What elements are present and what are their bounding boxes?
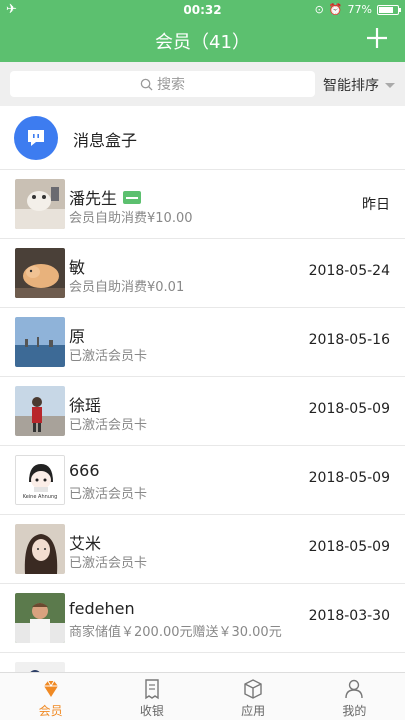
member-activity: 已激活会员卡 <box>69 349 148 364</box>
avatar-caption: Keine Ahnung <box>22 494 58 500</box>
member-activity: 会员自助消费¥0.01 <box>69 280 185 295</box>
member-date: 2018-05-09 <box>308 470 390 486</box>
tab-bar: 会员 收银 应用 我的 <box>0 672 405 720</box>
message-box-item[interactable]: 消息盒子 <box>0 106 405 170</box>
status-bar: ✈ 00:32 ⊙ ⏰ 77% <box>0 0 405 20</box>
member-row[interactable]: 潘先生 会员自助消费¥10.00 昨日 <box>0 170 405 239</box>
header: ✈ 00:32 ⊙ ⏰ 77% 会员（41） <box>0 0 405 62</box>
member-row[interactable]: Keine Ahnung 666 已激活会员卡 2018-05-09 <box>0 446 405 515</box>
member-name: 艾米 <box>69 534 102 553</box>
search-bar: 搜索 智能排序 <box>0 62 405 106</box>
member-row[interactable]: 艾米 已激活会员卡 2018-05-09 <box>0 515 405 584</box>
avatar <box>15 524 65 574</box>
search-input[interactable]: 搜索 <box>10 71 315 97</box>
member-activity: 已激活会员卡 <box>69 418 148 433</box>
tab-members-label: 会员 <box>38 704 63 718</box>
member-date: 昨日 <box>362 197 390 213</box>
member-name: 徐瑶 <box>69 396 102 415</box>
member-activity: 商家储值￥200.00元赠送￥30.00元 <box>69 625 282 640</box>
member-name: 666 <box>69 461 100 480</box>
member-row[interactable]: 原 已激活会员卡 2018-05-16 <box>0 308 405 377</box>
add-member-button[interactable] <box>363 24 391 52</box>
diamond-icon <box>43 680 58 697</box>
sort-dropdown[interactable]: 智能排序 <box>323 75 395 95</box>
member-name: 潘先生 <box>69 189 118 208</box>
member-row[interactable]: 敏 会员自助消费¥0.01 2018-05-24 <box>0 239 405 308</box>
member-activity: 会员自助消费¥10.00 <box>69 211 193 226</box>
lock-rotation-icon: ⊙ <box>314 3 324 16</box>
battery-fill <box>379 6 393 13</box>
avatar <box>15 248 65 298</box>
member-row[interactable]: 徐瑶 已激活会员卡 2018-05-09 <box>0 377 405 446</box>
tab-profile-label: 我的 <box>342 704 367 718</box>
chat-bubble-icon <box>14 116 58 160</box>
member-row[interactable]: fedehen 商家储值￥200.00元赠送￥30.00元 2018-03-30 <box>0 584 405 653</box>
battery-icon <box>377 4 401 15</box>
member-list: 潘先生 会员自助消费¥10.00 昨日 敏 会员自助消费¥0.01 2018-0… <box>0 170 405 720</box>
member-activity: 已激活会员卡 <box>69 487 148 502</box>
avatar: Keine Ahnung <box>15 455 65 505</box>
member-date: 2018-05-24 <box>308 263 390 279</box>
person-icon <box>345 679 364 699</box>
tab-members[interactable]: 会员 <box>0 673 101 720</box>
search-placeholder: 搜索 <box>157 77 185 93</box>
member-date: 2018-05-16 <box>308 332 390 348</box>
page-title: 会员（41） <box>155 32 250 53</box>
member-date: 2018-05-09 <box>308 539 390 555</box>
member-date: 2018-05-09 <box>308 401 390 417</box>
tab-apps[interactable]: 应用 <box>203 673 304 720</box>
member-name: 原 <box>69 327 86 346</box>
message-box-label: 消息盒子 <box>73 131 138 150</box>
member-date: 2018-03-30 <box>308 608 390 624</box>
tab-profile[interactable]: 我的 <box>304 673 405 720</box>
alarm-icon: ⏰ <box>328 3 343 16</box>
sort-label: 智能排序 <box>323 78 379 94</box>
avatar <box>15 179 65 229</box>
member-name: fedehen <box>69 599 135 618</box>
chevron-down-icon <box>385 82 395 88</box>
avatar <box>15 593 65 643</box>
member-activity: 已激活会员卡 <box>69 556 148 571</box>
battery-percent: 77% <box>347 3 372 16</box>
receipt-icon <box>145 679 159 700</box>
tab-apps-label: 应用 <box>241 704 266 718</box>
member-name: 敏 <box>69 258 86 277</box>
search-icon <box>140 78 153 91</box>
box-icon <box>244 679 262 699</box>
avatar <box>15 386 65 436</box>
avatar <box>15 317 65 367</box>
tab-cashier-label: 收银 <box>139 704 164 718</box>
member-card-icon <box>123 190 142 204</box>
tab-cashier[interactable]: 收银 <box>101 673 202 720</box>
